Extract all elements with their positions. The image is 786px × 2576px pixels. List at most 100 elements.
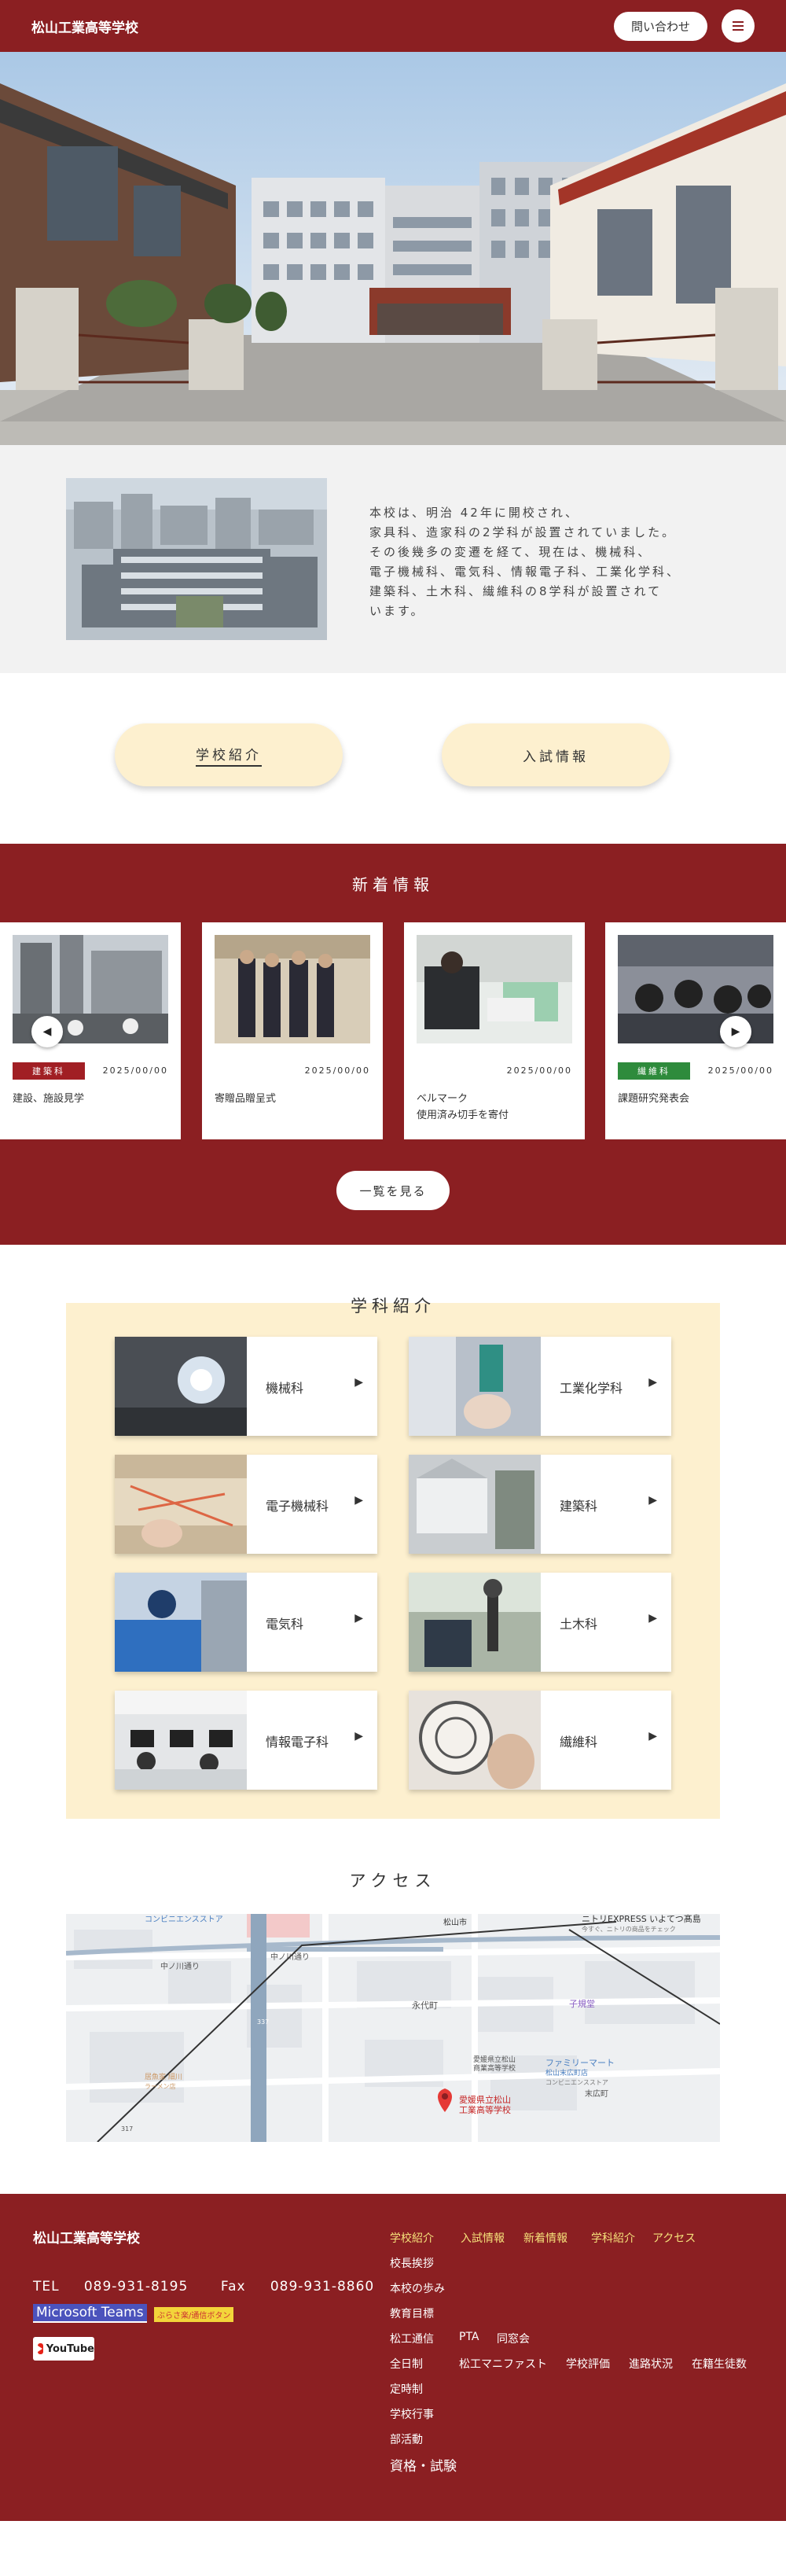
map-label: 中ノ川通り [270,1952,310,1962]
news-title: 新着情報 [352,875,434,894]
contact-button[interactable]: 問い合わせ [613,11,707,41]
fumuse-link[interactable]: ぶらさ楽/通信ボタン [154,2307,234,2322]
map-label: 末広町 [585,2088,608,2099]
footer-link[interactable]: 松工マニファスト [459,2356,547,2372]
dept-name: 情報電子科 [266,1735,329,1750]
news-date: 2025/00/00 [102,1065,168,1076]
footer-link[interactable]: 校長挨拶 [390,2255,434,2271]
dept-name: 建築科 [560,1499,598,1514]
cta-row: 学校紹介 入試情報 [0,723,786,786]
access-map[interactable]: コンビニエンスストア 中ノ川通り 中ノ川通り 松山市 ニトリEXPRESS いよ… [66,1914,720,2142]
dept-card-textile[interactable]: 繊維科 ▶ [409,1691,671,1790]
triangle-right-icon: ▶ [648,1376,657,1389]
dept-card-industrial-chemistry[interactable]: 工業化学科 ▶ [409,1337,671,1436]
dept-thumbnail [115,1337,247,1436]
school-intro-button[interactable]: 学校紹介 [115,723,343,786]
school-intro-label: 学校紹介 [196,744,262,767]
carousel-next-icon[interactable]: ▶ [720,1016,751,1047]
dept-card-information-electronics[interactable]: 情報電子科 ▶ [115,1691,377,1790]
map-label: 317 [121,2125,133,2133]
footer-link[interactable]: 本校の歩み [390,2280,445,2296]
footer-nav-admissions[interactable]: 入試情報 [461,2230,505,2246]
dept-thumbnail [409,1573,541,1672]
footer-link[interactable]: 部活動 [390,2431,423,2447]
admissions-button[interactable]: 入試情報 [442,723,670,786]
map-label: ニトリEXPRESS いよてつ髙島 [582,1914,701,1924]
footer-link[interactable]: 学校評価 [566,2356,610,2372]
footer-link[interactable]: PTA [459,2331,479,2343]
footer-link[interactable]: 学校行事 [390,2406,434,2422]
footer-link[interactable]: 定時制 [390,2381,423,2397]
map-label: 永代町 [412,2000,438,2011]
intro-section: 本校は、明治 42年に開校され、 家具科、造家科の2学科が設置されていました。 … [0,445,786,673]
footer-link[interactable]: 松工通信 [390,2331,434,2346]
footer-link[interactable]: 教育目標 [390,2306,434,2321]
footer-school-name: 松山工業高等学校 [33,2231,140,2247]
dept-card-mechanical[interactable]: 機械科 ▶ [115,1337,377,1436]
dept-name: 機械科 [266,1381,304,1396]
site-footer: 松山工業高等学校 TEL 089-931-8195 Fax 089-931-88… [0,2194,786,2521]
map-school-label: 愛媛県立松山工業高等学校 [459,2094,511,2115]
map-label: コンビニエンスストア [145,1915,223,1924]
carousel-prev-icon[interactable]: ◀ [31,1016,63,1047]
dept-thumbnail [115,1691,247,1790]
news-title-text: 建設、施設見学 [13,1093,85,1105]
youtube-label: YouTube [46,2342,94,2355]
dept-card-architecture[interactable]: 建築科 ▶ [409,1455,671,1554]
hero-school-photo [0,52,786,445]
site-header: 松山工業高等学校 問い合わせ [0,0,786,52]
footer-nav-departments[interactable]: 学科紹介 [591,2230,635,2246]
dept-name: 電気科 [266,1617,304,1632]
footer-contact-numbers: TEL 089-931-8195 Fax 089-931-8860 [33,2279,374,2294]
news-card[interactable]: 2025/00/00 ベルマーク 使用済み切手を寄付 [404,922,585,1139]
triangle-right-icon: ▶ [354,1376,363,1389]
map-label: 愛媛県立松山商業高等学校 [473,2055,516,2073]
news-more-button[interactable]: 一覧を見る [336,1171,450,1210]
footer-link-certifications[interactable]: 資格・試験 [390,2455,457,2475]
site-title[interactable]: 松山工業高等学校 [31,17,138,36]
news-date: 2025/00/00 [304,1065,370,1076]
map-label: 松山市 [443,1917,467,1927]
footer-link[interactable]: 在籍生徒数 [692,2356,747,2372]
fax-number: 089-931-8860 [270,2279,375,2294]
admissions-label: 入試情報 [523,749,589,765]
header-actions: 問い合わせ [613,9,755,42]
footer-link[interactable]: 進路状況 [629,2356,673,2372]
news-thumbnail [215,935,370,1043]
map-label: 中ノ川通り [160,1961,200,1971]
footer-nav-news[interactable]: 新着情報 [523,2230,567,2246]
news-tag: 繊維科 [618,1062,690,1080]
page-bottom [0,2521,786,2576]
news-card[interactable]: 2025/00/00 寄贈品贈呈式 [202,922,383,1139]
tel-label: TEL [33,2279,60,2294]
dept-card-electrical[interactable]: 電気科 ▶ [115,1573,377,1672]
dept-name: 繊維科 [560,1735,598,1750]
dept-card-electronic-mechanical[interactable]: 電子機械科 ▶ [115,1455,377,1554]
dept-thumbnail [409,1455,541,1554]
intro-description: 本校は、明治 42年に開校され、 家具科、造家科の2学科が設置されていました。 … [369,506,681,618]
dept-thumbnail [115,1573,247,1672]
dept-name: 土木科 [560,1617,598,1632]
dept-name: 工業化学科 [560,1381,623,1396]
footer-link[interactable]: 同窓会 [497,2331,530,2346]
news-card[interactable]: 繊維科 2025/00/00 課題研究発表会 [605,922,786,1139]
triangle-right-icon: ▶ [648,1494,657,1507]
youtube-link[interactable]: YouTube [33,2337,94,2361]
map-label: 居魚家 細川 [145,2072,182,2081]
dept-card-civil-engineering[interactable]: 土木科 ▶ [409,1573,671,1672]
footer-link[interactable]: 全日制 [390,2356,423,2372]
news-card[interactable]: 建築科 2025/00/00 建設、施設見学 [0,922,181,1139]
map-label: ラーメン店 [145,2082,176,2090]
triangle-right-icon: ▶ [354,1730,363,1742]
footer-nav-access[interactable]: アクセス [652,2230,696,2246]
map-label: ファミリーマート [545,2058,615,2068]
map-label: 337 [257,2018,269,2026]
dept-thumbnail [115,1455,247,1554]
map-label: 今すぐ、ニトリの商品をチェック [582,1925,676,1933]
teams-link[interactable]: Microsoft Teams [33,2304,147,2323]
footer-nav-school-intro[interactable]: 学校紹介 [390,2230,434,2246]
dept-thumbnail [409,1691,541,1790]
tel-number[interactable]: 089-931-8195 [84,2279,188,2294]
access-title: アクセス [349,1871,437,1890]
hamburger-menu-icon[interactable] [722,9,755,42]
